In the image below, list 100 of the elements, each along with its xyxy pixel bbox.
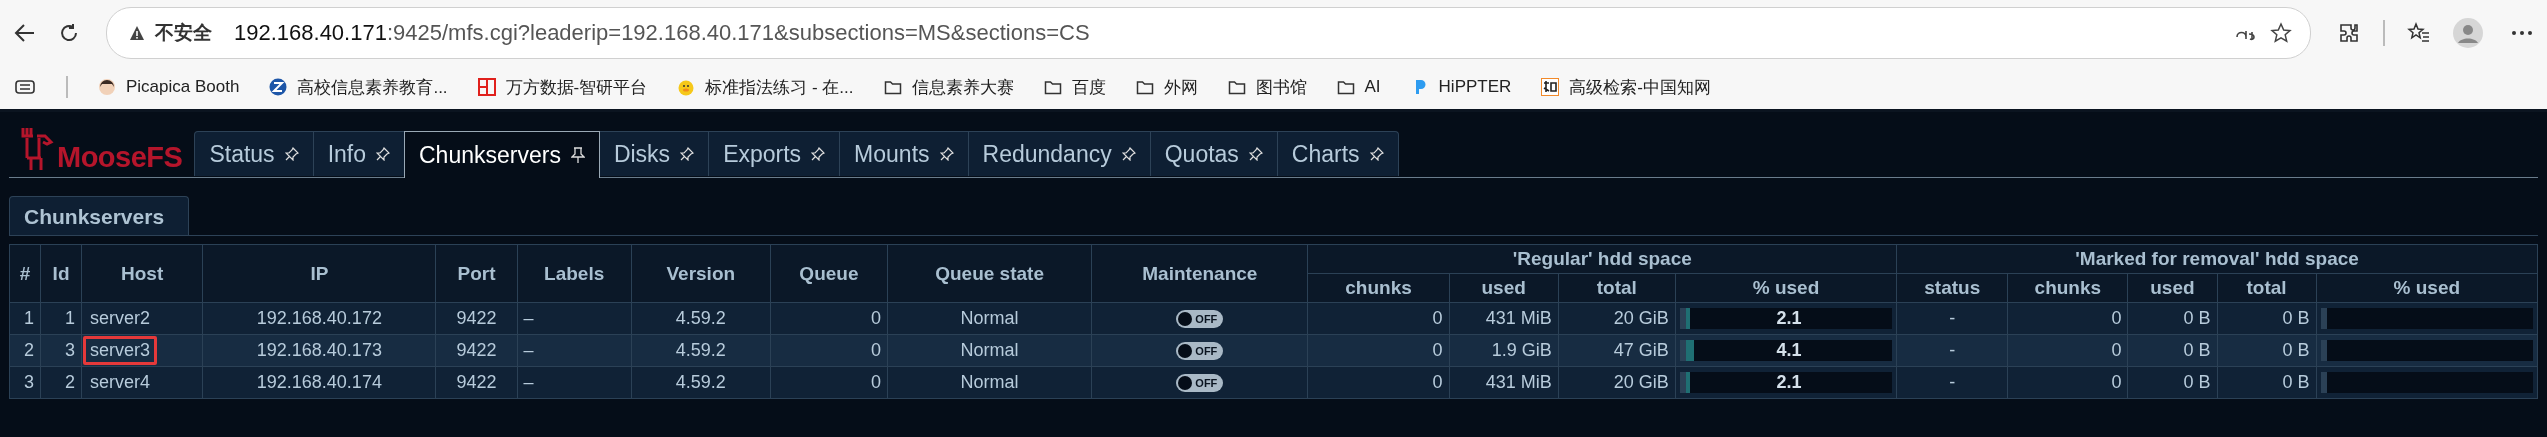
table-cell: 192.168.40.173	[202, 334, 436, 367]
bookmark[interactable]: AI	[1364, 77, 1381, 97]
pin-icon[interactable]	[376, 147, 390, 161]
table-cell: 9422	[436, 302, 518, 335]
table-cell: 0 B	[2127, 366, 2217, 399]
favorites-icon[interactable]	[2407, 21, 2431, 45]
pin-icon[interactable]	[939, 147, 954, 161]
pin-icon[interactable]	[284, 147, 299, 161]
group-header: 'Marked for removal' hdd space	[1896, 244, 2538, 274]
tab[interactable]: Info	[312, 131, 405, 176]
table-cell: 0	[770, 366, 888, 399]
address-bar[interactable]: 不安全 192.168.40.171:9425/mfs.cgi?leaderip=192.168.40.171&subsections=MS&sections=CS	[106, 7, 2311, 59]
table-cell: 0 B	[2217, 334, 2317, 367]
bookmark[interactable]: 信息素养大赛	[911, 75, 1014, 99]
bookmark[interactable]: 图书馆	[1255, 75, 1307, 99]
table-cell: Normal	[887, 302, 1092, 335]
table-cell: 1.9 GiB	[1449, 334, 1559, 367]
tab[interactable]: Charts	[1276, 131, 1399, 176]
bookmark[interactable]: 外网	[1163, 75, 1198, 99]
table-cell: 4.59.2	[631, 302, 771, 335]
column-header: Queue state	[887, 244, 1092, 303]
toggle-switch[interactable]: OFF	[1176, 374, 1224, 393]
table-cell: 192.168.40.174	[202, 366, 436, 399]
table-cell: 0	[1307, 334, 1450, 367]
table-cell: 0	[770, 302, 888, 335]
table-cell: -	[1896, 334, 2008, 367]
tab[interactable]: Mounts	[839, 131, 969, 176]
pin-icon[interactable]	[1369, 147, 1384, 161]
table-cell: -	[1896, 302, 2008, 335]
folder-icon	[1227, 78, 1246, 96]
bookmark[interactable]: Picapica Booth	[126, 77, 240, 97]
pin-icon[interactable]	[1121, 147, 1136, 161]
bookmark[interactable]: 百度	[1071, 75, 1106, 99]
group-header: 'Regular' hdd space	[1307, 244, 1897, 274]
table-cell: 0 B	[2127, 302, 2217, 335]
table-cell: 9422	[436, 334, 518, 367]
back-icon[interactable]	[14, 22, 36, 44]
percent-text: 4.1	[1776, 340, 1802, 361]
pin-icon[interactable]	[570, 147, 585, 163]
table-cell: 431 MiB	[1449, 366, 1559, 399]
bookmark[interactable]: 高级检索-中国知网	[1569, 75, 1711, 99]
tab-actions-icon[interactable]	[14, 78, 36, 96]
table-cell: 0	[770, 334, 888, 367]
column-header: % used	[1675, 273, 1897, 303]
column-header: Maintenance	[1091, 244, 1308, 303]
table-cell: 0	[1307, 302, 1450, 335]
tab[interactable]: Redundancy	[967, 131, 1151, 176]
table-cell: –	[517, 334, 632, 367]
percent-text: 2.1	[1776, 308, 1802, 329]
avatar-icon[interactable]	[2453, 18, 2483, 48]
column-header: #	[9, 244, 41, 303]
table-cell: -	[1896, 366, 2008, 399]
host-name: server2	[89, 307, 152, 330]
toggle-switch[interactable]: OFF	[1176, 342, 1224, 361]
table-cell: 20 GiB	[1558, 302, 1676, 335]
section-tab[interactable]: Chunkservers	[9, 196, 190, 235]
pin-icon[interactable]	[680, 147, 695, 161]
table-cell: 9422	[436, 366, 518, 399]
table-cell: Normal	[887, 334, 1092, 367]
column-header: Id	[40, 244, 82, 303]
bookmark[interactable]: HiPPTER	[1438, 77, 1512, 97]
table-cell: 0	[2007, 366, 2128, 399]
column-header: used	[2127, 273, 2217, 303]
tab[interactable]: Status	[194, 131, 314, 176]
reload-icon[interactable]	[58, 22, 80, 44]
person-icon	[98, 78, 116, 96]
column-header: chunks	[2007, 273, 2128, 303]
pin-icon[interactable]	[811, 147, 826, 161]
duck-icon	[677, 78, 696, 96]
extensions-icon[interactable]	[2337, 21, 2361, 45]
toggle-switch[interactable]: OFF	[1176, 310, 1224, 329]
tab[interactable]: Exports	[708, 131, 841, 176]
table-cell: –	[517, 366, 632, 399]
table-cell: 0 B	[2217, 302, 2317, 335]
column-header: Host	[81, 244, 203, 303]
grid-icon	[477, 78, 496, 96]
table-cell: 47 GiB	[1558, 334, 1676, 367]
tab[interactable]: Chunkservers	[404, 131, 600, 178]
pin-icon[interactable]	[1248, 147, 1263, 161]
host-name: server4	[89, 371, 152, 394]
column-header: Queue	[770, 244, 888, 303]
host-name: server3	[83, 336, 158, 365]
table-cell: –	[517, 302, 632, 335]
table-cell: Normal	[887, 366, 1092, 399]
warning-icon	[129, 25, 145, 41]
tab[interactable]: Quotas	[1149, 131, 1278, 176]
bookmark[interactable]: 万方数据-智研平台	[505, 75, 648, 99]
column-header: chunks	[1307, 273, 1450, 303]
table-cell: 4.59.2	[631, 366, 771, 399]
column-header: used	[1449, 273, 1559, 303]
more-icon[interactable]	[2511, 30, 2533, 36]
table-cell: 20 GiB	[1558, 366, 1676, 399]
table-cell: 192.168.40.172	[202, 302, 436, 335]
bookmark[interactable]: 高校信息素养教育...	[297, 75, 448, 99]
column-header: status	[1896, 273, 2008, 303]
bookmark[interactable]: 标准指法练习 - 在...	[705, 75, 854, 99]
tab[interactable]: Disks	[598, 131, 710, 176]
star-icon[interactable]	[2270, 22, 2292, 44]
table-cell: 4.59.2	[631, 334, 771, 367]
table-cell: 1	[9, 302, 41, 335]
